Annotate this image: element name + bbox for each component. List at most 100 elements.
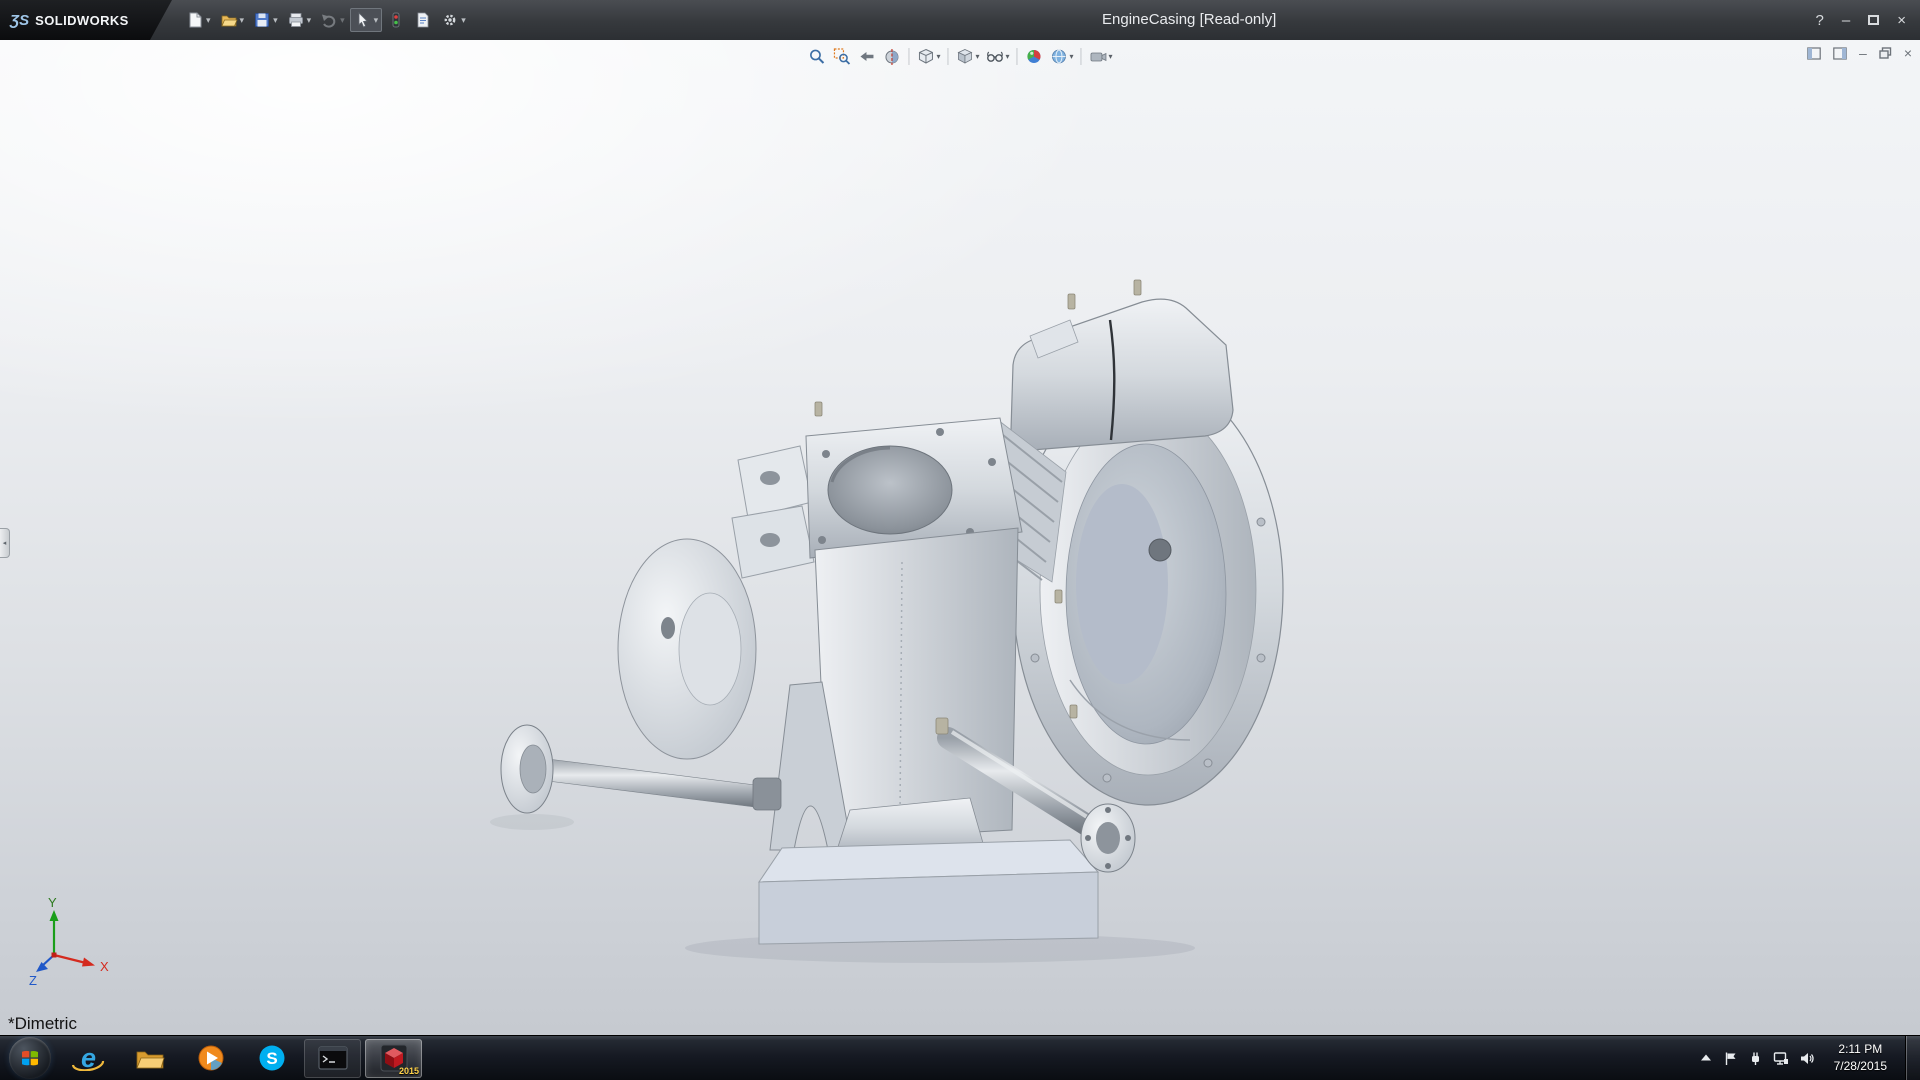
chevron-down-icon[interactable]: ▾ xyxy=(1109,53,1113,61)
view-orientation-button[interactable]: ▾ xyxy=(914,45,942,68)
chevron-down-icon[interactable]: ▾ xyxy=(936,53,940,61)
minimize-button[interactable]: – xyxy=(1842,13,1850,28)
document-window-controls: – × xyxy=(1807,46,1912,60)
select-cursor-icon xyxy=(354,11,372,29)
view-settings-camera-icon xyxy=(1089,47,1108,66)
system-tray: 2:11 PM 7/28/2015 xyxy=(1691,1036,1920,1080)
graphics-area[interactable]: ▾ ▾ ▾ xyxy=(0,40,1920,1035)
start-button[interactable] xyxy=(9,1037,51,1079)
show-desktop-button[interactable] xyxy=(1906,1036,1920,1080)
rebuild-button[interactable] xyxy=(383,8,409,32)
folder-icon xyxy=(135,1045,165,1071)
view-orientation-label: *Dimetric xyxy=(8,1014,77,1034)
power-button[interactable] xyxy=(1748,1051,1763,1066)
document-minimize-button[interactable]: – xyxy=(1859,46,1867,60)
network-button[interactable] xyxy=(1773,1051,1789,1066)
new-document-icon xyxy=(186,11,204,29)
view-settings-button[interactable]: ▾ xyxy=(1087,45,1115,68)
chevron-down-icon[interactable]: ▾ xyxy=(240,16,245,25)
window-controls: ? – × xyxy=(1816,0,1906,40)
chevron-down-icon[interactable]: ▾ xyxy=(273,16,278,25)
brand-name: SOLIDWORKS xyxy=(35,13,129,28)
open-button[interactable]: ▾ xyxy=(216,8,249,32)
help-button[interactable]: ? xyxy=(1816,13,1824,28)
triad-x-label: X xyxy=(100,959,109,974)
file-properties-button[interactable] xyxy=(410,8,436,32)
skype-icon: S xyxy=(258,1044,286,1072)
maximize-icon xyxy=(1868,15,1879,25)
restore-icon xyxy=(1879,47,1892,59)
task-pane-button[interactable] xyxy=(1833,47,1847,60)
maximize-button[interactable] xyxy=(1868,13,1879,28)
network-monitor-icon xyxy=(1773,1051,1789,1066)
chevron-down-icon[interactable]: ▾ xyxy=(206,16,211,25)
print-button[interactable]: ▾ xyxy=(283,8,316,32)
apply-scene-globe-icon xyxy=(1050,47,1069,66)
heads-up-view-toolbar: ▾ ▾ ▾ xyxy=(805,45,1114,68)
zoom-to-fit-button[interactable] xyxy=(805,45,828,68)
titlebar: ƷS SOLIDWORKS ▾ ▾ xyxy=(0,0,1920,40)
toolbar-separator xyxy=(947,48,948,65)
save-button[interactable]: ▾ xyxy=(249,8,282,32)
taskbar-windows-explorer[interactable] xyxy=(121,1039,178,1078)
save-floppy-icon xyxy=(253,11,271,29)
command-prompt-icon xyxy=(318,1046,348,1070)
power-plug-icon xyxy=(1748,1051,1763,1066)
options-button[interactable]: ▾ xyxy=(437,8,470,32)
taskbar-skype[interactable]: S xyxy=(243,1039,300,1078)
taskbar-media-player[interactable] xyxy=(182,1039,239,1078)
apply-scene-button[interactable]: ▾ xyxy=(1048,45,1076,68)
feature-manager-pane-button[interactable] xyxy=(1807,47,1821,60)
triad-z-label: Z xyxy=(29,973,37,988)
rebuild-icon xyxy=(387,11,405,29)
reference-triad[interactable]: Y X Z xyxy=(26,895,122,991)
show-hidden-icons-button[interactable] xyxy=(1699,1052,1713,1064)
undo-button[interactable]: ▾ xyxy=(316,8,349,32)
display-style-cube-icon xyxy=(955,47,974,66)
ie-ring-icon xyxy=(71,1053,105,1071)
skype-letter: S xyxy=(266,1049,277,1068)
display-style-button[interactable]: ▾ xyxy=(953,45,981,68)
toolbar-separator xyxy=(908,48,909,65)
pane-toggle-icon xyxy=(1833,47,1847,60)
chevron-down-icon[interactable]: ▾ xyxy=(340,16,345,25)
hide-show-glasses-icon xyxy=(985,47,1004,66)
hide-show-items-button[interactable]: ▾ xyxy=(983,45,1011,68)
edit-appearance-button[interactable] xyxy=(1023,45,1046,68)
zoom-to-area-icon xyxy=(832,47,851,66)
print-icon xyxy=(287,11,305,29)
taskbar-command-prompt[interactable] xyxy=(304,1039,361,1078)
section-view-icon xyxy=(882,47,901,66)
previous-view-icon xyxy=(857,47,876,66)
chevron-down-icon[interactable]: ▾ xyxy=(461,16,466,25)
select-button[interactable]: ▾ xyxy=(350,8,383,32)
new-document-button[interactable]: ▾ xyxy=(182,8,215,32)
chevron-down-icon[interactable]: ▾ xyxy=(1005,53,1009,61)
windows-logo-icon xyxy=(19,1047,41,1069)
triad-y-label: Y xyxy=(48,895,57,910)
taskbar-internet-explorer[interactable]: e xyxy=(60,1039,117,1078)
close-button[interactable]: × xyxy=(1897,13,1906,28)
chevron-down-icon[interactable]: ▾ xyxy=(975,53,979,61)
undo-icon xyxy=(320,11,338,29)
chevron-down-icon[interactable]: ▾ xyxy=(374,16,379,25)
document-close-button[interactable]: × xyxy=(1904,46,1912,60)
chevron-down-icon[interactable]: ▾ xyxy=(307,16,312,25)
taskbar-clock[interactable]: 2:11 PM 7/28/2015 xyxy=(1825,1041,1896,1075)
flag-icon xyxy=(1723,1051,1738,1066)
section-view-button[interactable] xyxy=(880,45,903,68)
action-center-button[interactable] xyxy=(1723,1051,1738,1066)
file-properties-icon xyxy=(414,11,432,29)
taskbar: e S xyxy=(0,1035,1920,1080)
document-restore-button[interactable] xyxy=(1879,47,1892,59)
zoom-to-area-button[interactable] xyxy=(830,45,853,68)
feature-manager-collapse-tab[interactable]: ◂ xyxy=(0,528,10,558)
previous-view-button[interactable] xyxy=(855,45,878,68)
taskbar-solidworks[interactable]: 2015 xyxy=(365,1039,422,1078)
engine-casing-model[interactable] xyxy=(470,250,1390,970)
media-player-icon xyxy=(197,1044,225,1072)
chevron-down-icon[interactable]: ▾ xyxy=(1070,53,1074,61)
chevron-up-icon xyxy=(1699,1052,1713,1064)
toolbar-separator xyxy=(1081,48,1082,65)
volume-button[interactable] xyxy=(1799,1051,1815,1066)
